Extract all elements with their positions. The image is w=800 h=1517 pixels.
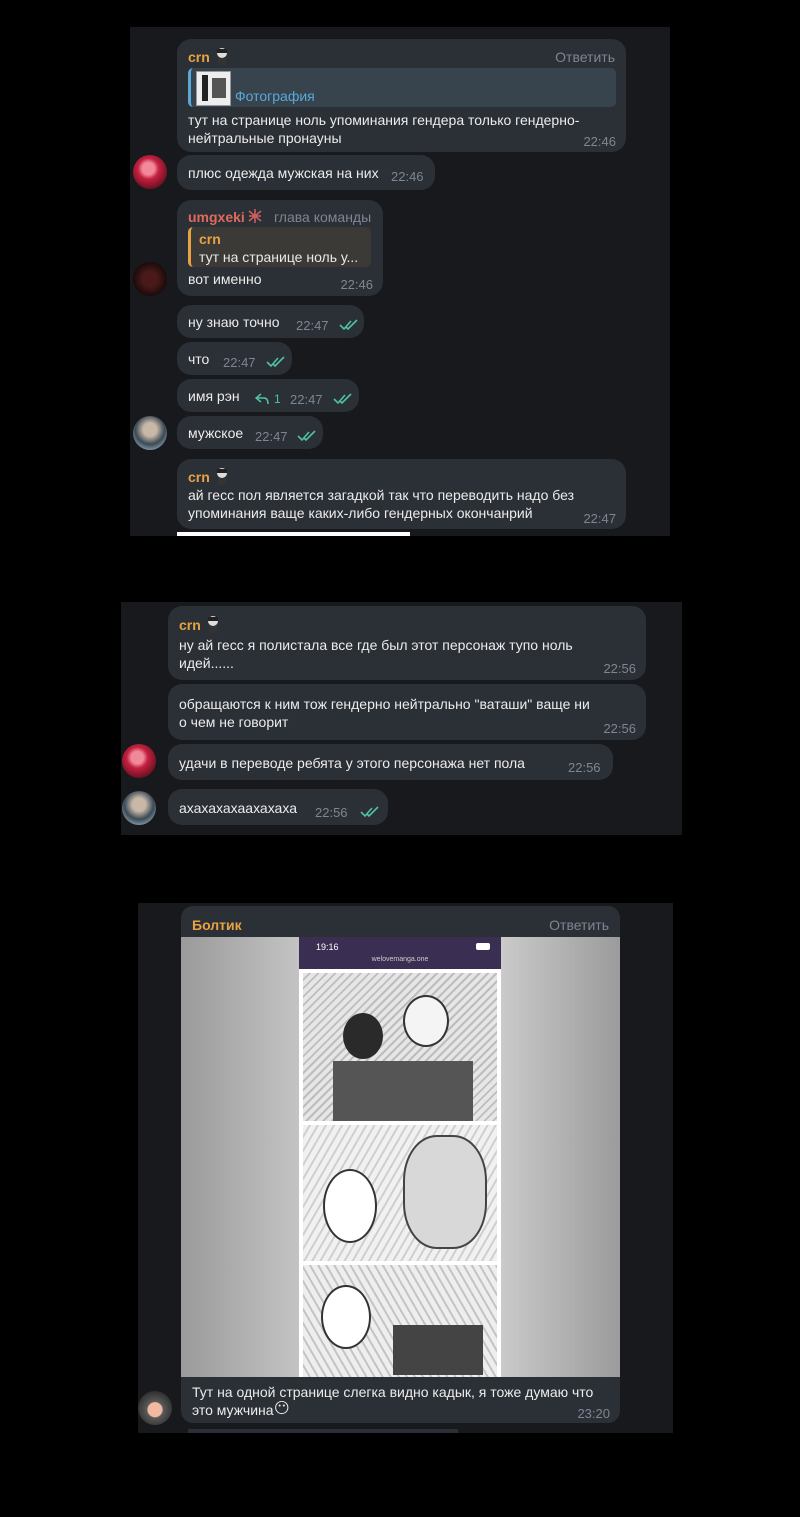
message-time: 22:47	[296, 318, 329, 333]
chat-screenshot-3: Болтик Ответить 19:16 welovemanga.one Ту…	[138, 903, 673, 1433]
message-bubble[interactable]: плюс одежда мужская на них 22:46	[177, 155, 435, 190]
avatar[interactable]	[122, 744, 156, 778]
message-time: 22:56	[568, 760, 601, 775]
sender-name[interactable]: Болтик	[192, 917, 242, 933]
message-time: 22:46	[583, 134, 616, 149]
message-bubble[interactable]: crn Ответить Фотография тут на странице …	[177, 39, 626, 152]
chat-screenshot-2: crn ну ай гесс я полистала все где был э…	[121, 602, 682, 835]
message-bubble[interactable]: мужское 22:47	[177, 416, 323, 449]
message-bubble[interactable]: ну знаю точно 22:47	[177, 305, 364, 338]
quote-author: crn	[199, 231, 221, 247]
reply-count: 1	[274, 392, 281, 406]
message-text: вот именно	[188, 271, 262, 287]
message-time: 22:46	[340, 277, 373, 292]
manga-panel	[303, 1125, 497, 1261]
read-check-icon	[339, 319, 358, 331]
sender-badge-icon	[217, 48, 227, 65]
message-text: тут на странице ноль упоминания гендера …	[188, 112, 580, 128]
sender-name[interactable]: crn	[188, 469, 210, 485]
message-time: 23:20	[577, 1406, 610, 1421]
message-bubble[interactable]: crn ну ай гесс я полистала все где был э…	[168, 606, 646, 680]
sender-name[interactable]: crn	[179, 617, 201, 633]
message-bubble[interactable]: ахахахахаахахаха 22:56	[168, 789, 388, 825]
next-message-edge	[188, 1429, 458, 1433]
quoted-message[interactable]: crn тут на странице ноль у...	[188, 227, 371, 267]
avatar[interactable]	[133, 262, 167, 296]
phone-url: welovemanga.one	[371, 956, 429, 963]
reply-button[interactable]: Ответить	[555, 49, 615, 65]
message-text: плюс одежда мужская на них	[188, 165, 379, 181]
manga-panel	[303, 1265, 497, 1377]
sender-name[interactable]: crn	[188, 49, 210, 65]
photo-label: Фотография	[235, 88, 315, 104]
manga-panel	[303, 973, 497, 1121]
sender-badge-icon	[248, 209, 262, 223]
avatar[interactable]	[122, 791, 156, 825]
message-text: удачи в переводе ребята у этого персонаж…	[179, 755, 525, 771]
sender-role: глава команды	[274, 209, 372, 225]
message-text: что	[188, 351, 210, 367]
message-time: 22:56	[315, 805, 348, 820]
read-check-icon	[266, 356, 285, 368]
message-time: 22:46	[391, 169, 424, 184]
phone-time: 19:16	[316, 942, 339, 952]
phone-screenshot: 19:16 welovemanga.one	[299, 937, 501, 1377]
message-text: ну ай гесс я полистала все где был этот …	[179, 637, 573, 653]
sender-badge-icon	[208, 616, 218, 633]
message-bubble[interactable]: обращаются к ним тож гендерно нейтрально…	[168, 684, 646, 740]
scroll-indicator	[177, 532, 410, 536]
read-check-icon	[360, 806, 379, 818]
message-text: ай гесс пол является загадкой так что пе…	[188, 487, 575, 503]
message-bubble[interactable]: удачи в переводе ребята у этого персонаж…	[168, 744, 613, 780]
quote-text: тут на странице ноль у...	[199, 249, 359, 265]
read-check-icon	[333, 393, 352, 405]
message-bubble[interactable]: umgxeki глава команды crn тут на страниц…	[177, 200, 383, 296]
message-text: о чем не говорит	[179, 714, 289, 730]
message-text: идей......	[179, 655, 234, 671]
phone-status-bar: 19:16 welovemanga.one	[299, 937, 501, 969]
message-time: 22:47	[583, 511, 616, 526]
chat-screenshot-1: crn Ответить Фотография тут на странице …	[130, 27, 670, 536]
reply-button[interactable]: Ответить	[549, 917, 609, 933]
reply-arrow-icon[interactable]	[255, 393, 269, 405]
sender-badge-icon	[217, 468, 227, 485]
message-bubble[interactable]: что 22:47	[177, 342, 292, 375]
message-text: обращаются к ним тож гендерно нейтрально…	[179, 696, 590, 712]
photo-thumbnail	[196, 71, 231, 106]
read-check-icon	[297, 430, 316, 442]
message-time: 22:47	[223, 355, 256, 370]
message-text: мужское	[188, 425, 244, 441]
attached-photo[interactable]: 19:16 welovemanga.one	[181, 937, 620, 1377]
avatar[interactable]	[138, 1391, 172, 1425]
message-text: это мужчина	[192, 1402, 274, 1418]
message-text: Тут на одной странице слегка видно кадык…	[192, 1384, 594, 1400]
message-bubble[interactable]: Болтик Ответить 19:16 welovemanga.one Ту…	[181, 906, 620, 1423]
avatar[interactable]	[133, 416, 167, 450]
avatar[interactable]	[133, 155, 167, 189]
message-bubble[interactable]: crn ай гесс пол является загадкой так чт…	[177, 459, 626, 529]
quoted-photo[interactable]: Фотография	[188, 68, 616, 107]
message-text: упоминания ваще каких-либо гендерных око…	[188, 505, 533, 521]
message-bubble[interactable]: имя рэн 1 22:47	[177, 379, 359, 412]
message-time: 22:56	[603, 721, 636, 736]
sender-name[interactable]: umgxeki	[188, 209, 245, 225]
battery-icon	[476, 943, 490, 950]
message-time: 22:47	[255, 429, 288, 444]
message-text: ну знаю точно	[188, 314, 280, 330]
message-time: 22:56	[603, 661, 636, 676]
emoji-neutral-face-icon: 😶	[274, 1400, 290, 1417]
message-text: имя рэн	[188, 388, 240, 404]
message-time: 22:47	[290, 392, 323, 407]
message-text: ахахахахаахахаха	[179, 800, 297, 816]
message-text: нейтральные пронауны	[188, 130, 342, 146]
